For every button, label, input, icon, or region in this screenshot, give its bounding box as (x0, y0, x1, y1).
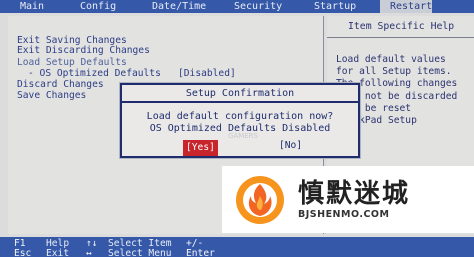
setup-confirmation-dialog: Setup Confirmation Load default configur… (119, 82, 361, 159)
help-title: Item Specific Help (327, 16, 474, 38)
tab-startup[interactable]: Startup (294, 0, 380, 13)
tab-security[interactable]: Security (214, 0, 294, 13)
option-save-changes[interactable]: Save Changes (17, 90, 86, 101)
flame-logo-icon (234, 174, 286, 226)
yes-button-label: [Yes] (186, 142, 215, 153)
gamers-watermark: GAMERS (228, 132, 258, 140)
option-os-optimized-defaults[interactable]: - OS Optimized Defaults (28, 68, 161, 79)
no-button-label: [No] (279, 140, 303, 151)
dialog-title: Setup Confirmation (122, 85, 358, 103)
watermark-chinese-text: 慎默迷城 (298, 179, 411, 209)
key-up-down: ↑↓ (86, 238, 98, 249)
dialog-message-line1: Load default configuration now? (146, 111, 334, 122)
tab-date-time[interactable]: Date/Time (132, 0, 214, 13)
key-up-down-label: Select Item (108, 238, 172, 249)
tab-main[interactable]: Main (0, 0, 60, 13)
os-optimized-defaults-value[interactable]: [Disabled] (178, 68, 236, 79)
option-load-setup-defaults[interactable]: Load Setup Defaults (17, 57, 127, 68)
tab-restart[interactable]: Restart (380, 0, 433, 13)
key-esc-label: Exit (46, 248, 70, 257)
key-esc: Esc (14, 248, 32, 257)
key-left-right: ↔ (86, 248, 92, 257)
site-watermark: 慎默迷城 BJSHENMO.COM (222, 166, 474, 233)
menu-bar: Main Config Date/Time Security Startup R… (0, 0, 474, 13)
key-f1: F1 (14, 238, 26, 249)
key-f1-label: Help (46, 238, 70, 249)
option-exit-discarding-changes[interactable]: Exit Discarding Changes (17, 45, 150, 56)
no-button[interactable]: [No] (279, 140, 302, 152)
option-discard-changes[interactable]: Discard Changes (17, 79, 104, 90)
yes-button[interactable]: [Yes] (183, 140, 218, 156)
key-left-right-label: Select Menu (108, 248, 172, 257)
key-plus-minus: +/- (186, 238, 204, 249)
key-enter: Enter (186, 248, 215, 257)
watermark-url: BJSHENMO.COM (298, 209, 390, 220)
tab-config[interactable]: Config (60, 0, 132, 13)
status-bar: F1 Help ↑↓ Select Item +/- Esc Exit ↔ Se… (0, 237, 474, 257)
